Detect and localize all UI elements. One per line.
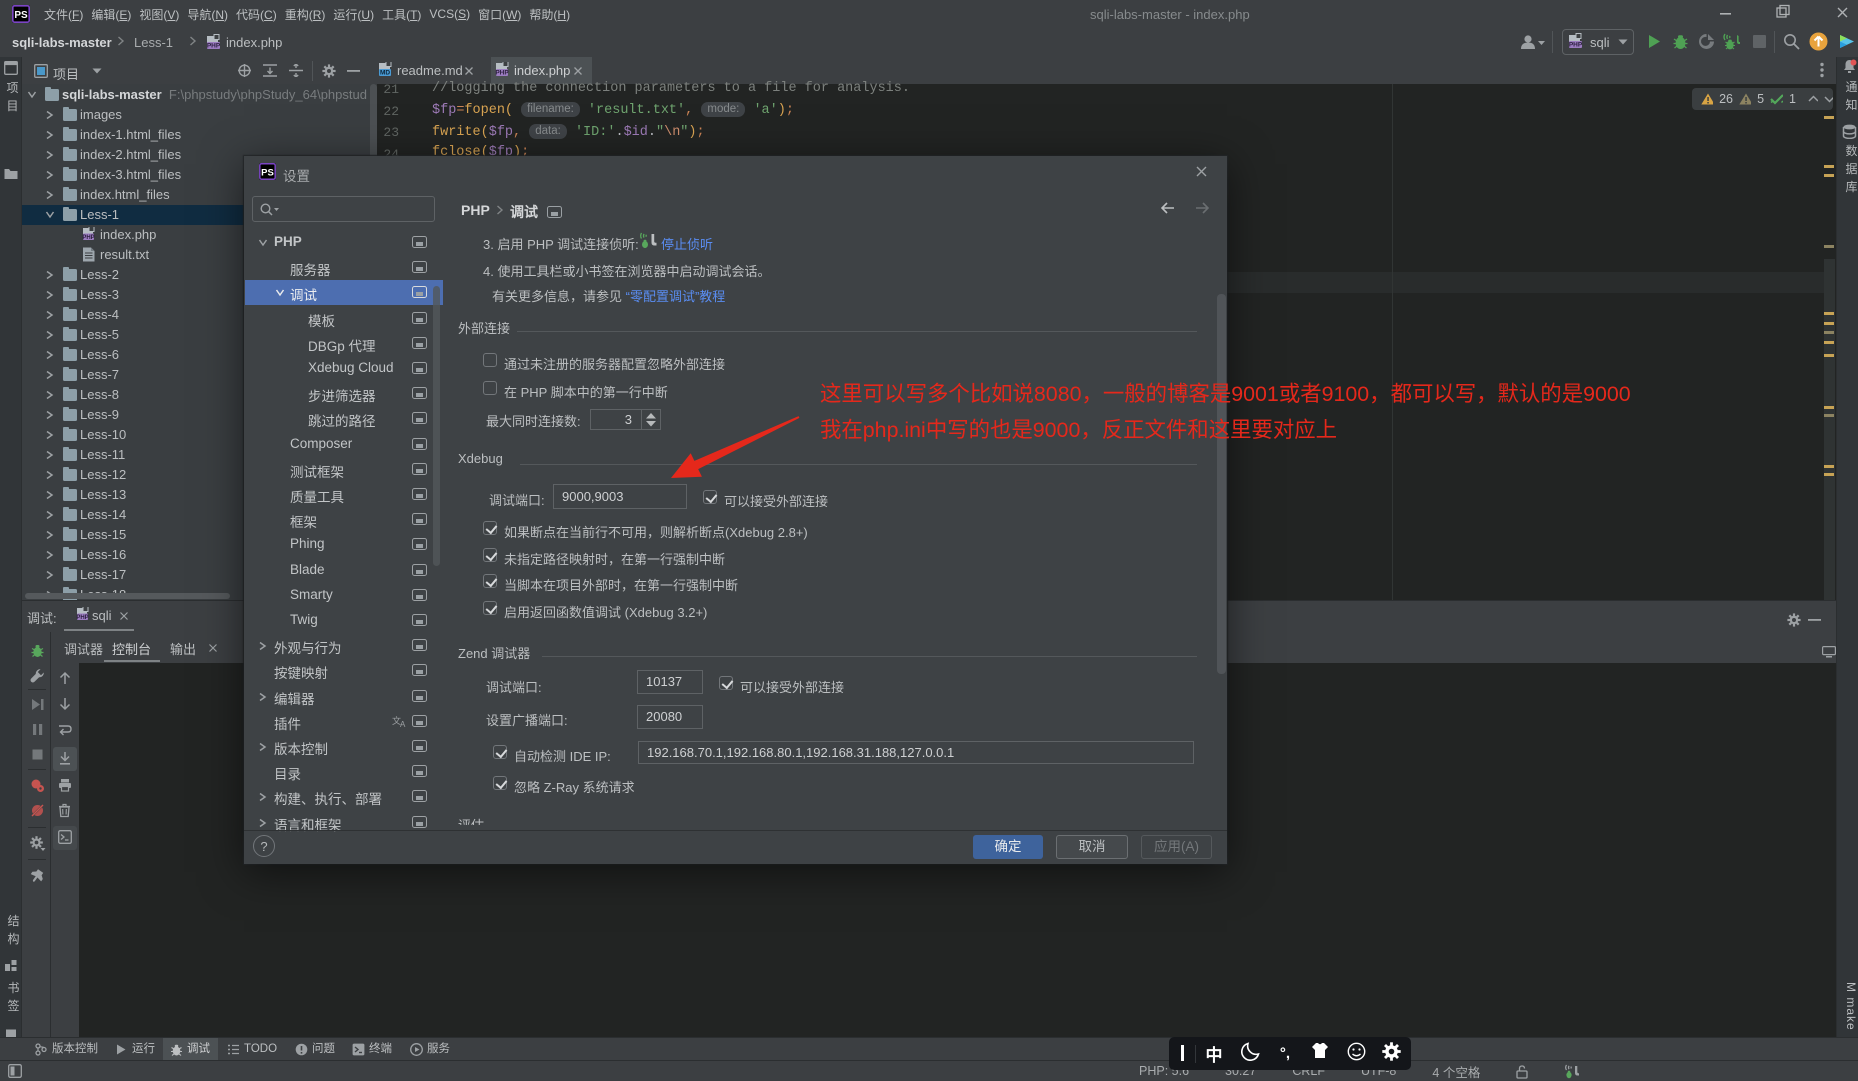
svg-text:PS: PS [14, 10, 28, 21]
svg-text:MD: MD [380, 70, 390, 77]
svg-text:A: A [400, 720, 406, 728]
svg-text:PHP: PHP [82, 235, 94, 241]
svg-text:PHP: PHP [207, 43, 221, 50]
svg-text:PHP: PHP [1569, 42, 1583, 49]
svg-text:PS: PS [261, 167, 274, 178]
svg-text:PHP: PHP [76, 615, 88, 621]
svg-text:PHP: PHP [495, 70, 509, 77]
